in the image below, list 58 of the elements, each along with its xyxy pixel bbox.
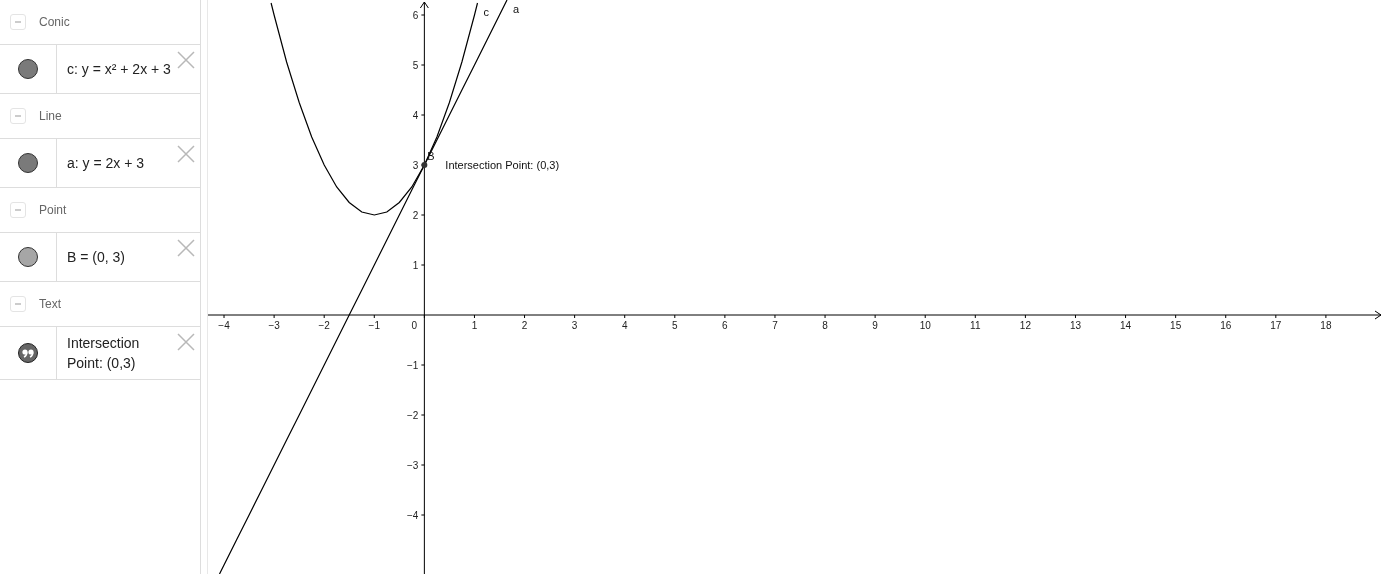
tick-label: 5: [412, 60, 419, 71]
tick-label: 15: [1170, 320, 1182, 331]
delete-button[interactable]: [177, 145, 195, 163]
group-title: Point: [39, 203, 67, 217]
collapse-button[interactable]: [10, 202, 26, 218]
tick-label: 0: [411, 320, 418, 331]
tick-label: −4: [218, 320, 230, 331]
collapse-button[interactable]: [10, 14, 26, 30]
tick-label: 5: [672, 320, 678, 331]
expression-text[interactable]: Intersection Point: (0,3): [67, 333, 178, 373]
point-marker: [421, 162, 428, 168]
tick-label: −2: [406, 410, 419, 421]
tick-label: −1: [368, 320, 380, 331]
graph-text: Intersection Point: (0,3): [445, 159, 560, 171]
tick-label: 4: [621, 320, 628, 331]
tick-label: 4: [412, 110, 419, 121]
tick-label: −3: [406, 460, 419, 471]
tick-label: 16: [1220, 320, 1232, 331]
tick-label: 2: [521, 320, 528, 331]
curve-label: c: [483, 6, 489, 18]
tick-label: 8: [822, 320, 828, 331]
tick-label: 9: [872, 320, 878, 331]
visibility-toggle[interactable]: [17, 246, 39, 268]
tick-label: 10: [919, 320, 931, 331]
tick-label: 1: [471, 320, 478, 331]
tick-label: 7: [772, 320, 778, 331]
tick-label: 13: [1069, 320, 1082, 331]
tick-label: −4: [406, 510, 419, 521]
curve-label: a: [513, 3, 520, 15]
expression-text[interactable]: B = (0, 3): [67, 247, 125, 267]
tick-label: −1: [406, 360, 419, 371]
tick-label: 6: [722, 320, 728, 331]
tick-label: 1: [412, 260, 419, 271]
quote-icon[interactable]: [17, 342, 39, 364]
tick-label: 6: [412, 10, 419, 21]
visibility-toggle[interactable]: [17, 58, 39, 80]
visibility-toggle[interactable]: [17, 152, 39, 174]
delete-button[interactable]: [177, 51, 195, 69]
expression-text[interactable]: a: y = 2x + 3: [67, 153, 145, 173]
tick-label: 2: [412, 210, 419, 221]
tick-label: 3: [571, 320, 578, 331]
tick-label: 12: [1019, 320, 1031, 331]
tick-label: −2: [318, 320, 330, 331]
tick-label: −3: [268, 320, 280, 331]
collapse-button[interactable]: [10, 108, 26, 124]
group-title: Text: [39, 297, 61, 311]
delete-button[interactable]: [177, 239, 195, 257]
tick-label: 11: [970, 320, 981, 331]
group-title: Line: [39, 109, 62, 123]
collapse-button[interactable]: [10, 296, 26, 312]
group-title: Conic: [39, 15, 70, 29]
point-label: B: [427, 150, 435, 162]
delete-button[interactable]: [177, 333, 195, 351]
tick-label: 3: [412, 160, 419, 171]
tick-label: 14: [1120, 320, 1132, 331]
tick-label: 18: [1320, 320, 1332, 331]
expression-text[interactable]: c: y = x² + 2x + 3: [67, 59, 171, 79]
tick-label: 17: [1270, 320, 1282, 331]
